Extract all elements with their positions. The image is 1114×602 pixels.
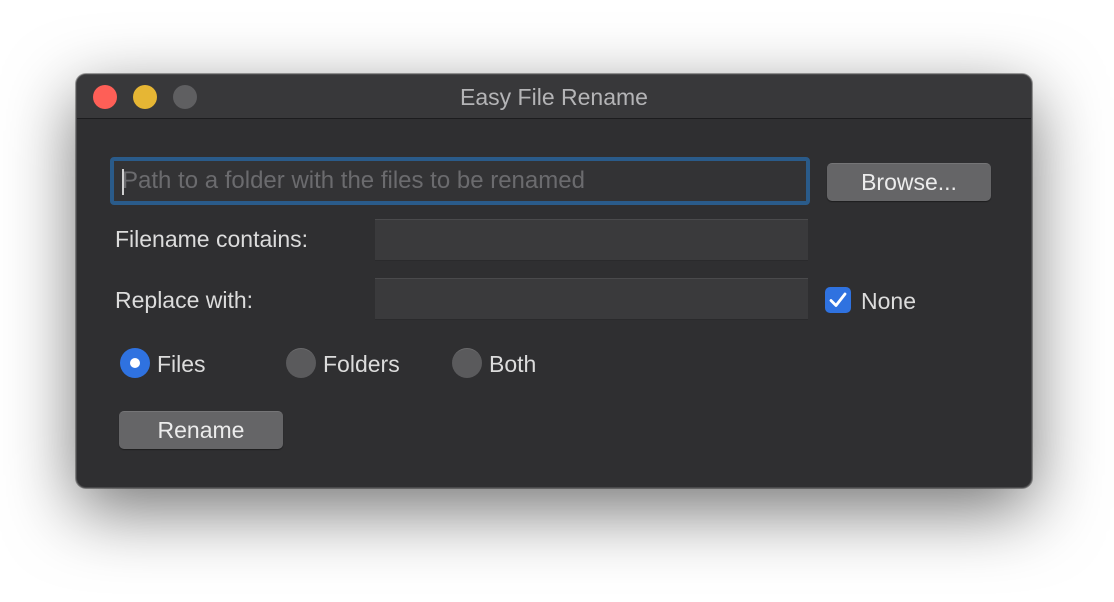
rename-button[interactable]: Rename [119,411,283,449]
folder-path-field[interactable] [110,157,810,205]
folder-path-input[interactable] [114,161,806,201]
replace-with-label: Replace with: [115,287,254,313]
text-caret [122,169,124,195]
checkmark-icon [829,292,847,307]
folders-radio-label[interactable]: Folders [323,350,400,378]
files-radio[interactable] [120,348,150,378]
both-radio[interactable] [452,348,482,378]
browse-button[interactable]: Browse... [827,163,991,201]
files-radio-label[interactable]: Files [157,350,206,378]
filename-contains-field[interactable] [375,219,808,261]
none-checkbox-label[interactable]: None [861,287,916,315]
both-radio-label[interactable]: Both [489,350,536,378]
none-checkbox[interactable] [825,287,851,313]
folders-radio[interactable] [286,348,316,378]
window-title: Easy File Rename [460,84,648,110]
filename-contains-input[interactable] [375,220,808,260]
title-bar[interactable]: Easy File Rename [77,75,1031,119]
replace-with-field[interactable] [375,278,808,320]
filename-contains-label: Filename contains: [115,226,309,252]
app-window: Easy File Rename Browse... Filename cont… [76,74,1032,488]
replace-with-input[interactable] [375,279,808,319]
